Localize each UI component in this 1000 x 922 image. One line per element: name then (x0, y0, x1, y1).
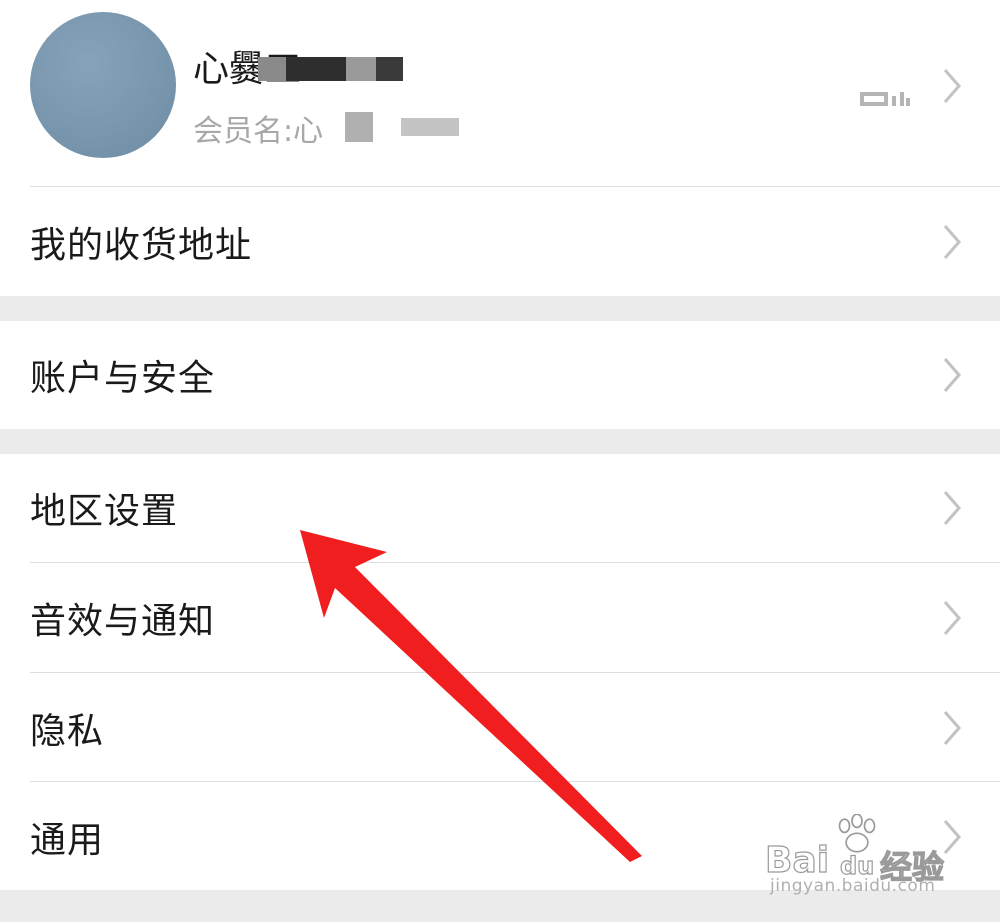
menu-item-region-settings[interactable]: 地区设置 (0, 454, 1000, 562)
menu-item-label: 地区设置 (30, 491, 179, 532)
menu-item-label: 隐私 (30, 711, 105, 752)
profile-row[interactable]: 心爨工 会员名:心 (0, 0, 1000, 186)
divider (30, 186, 1000, 187)
watermark-brand: Bai (764, 839, 830, 881)
chevron-right-icon (943, 225, 961, 259)
divider (30, 781, 1000, 782)
member-redaction (345, 112, 460, 142)
profile-card: 心爨工 会员名:心 我的收货地址 (0, 0, 1000, 296)
chevron-right-icon (943, 601, 961, 635)
qr-code-icon (860, 92, 910, 106)
member-name: 会员名:心 (193, 114, 324, 149)
menu-item-label: 音效与通知 (30, 601, 216, 642)
chevron-right-icon (943, 711, 961, 745)
menu-item-account-security[interactable]: 账户与安全 (0, 321, 1000, 429)
chevron-right-icon (943, 69, 961, 103)
paw-icon (838, 814, 876, 853)
divider (30, 562, 1000, 563)
avatar[interactable] (30, 12, 176, 158)
watermark-url: jingyan.baidu.com (770, 876, 936, 896)
menu-item-privacy[interactable]: 隐私 (0, 674, 1000, 782)
menu-item-sound-notifications[interactable]: 音效与通知 (0, 564, 1000, 672)
chevron-right-icon (943, 358, 961, 392)
menu-item-label: 账户与安全 (30, 358, 216, 399)
account-card: 账户与安全 (0, 321, 1000, 429)
menu-item-label: 通用 (30, 820, 105, 861)
divider (30, 672, 1000, 673)
chevron-right-icon (943, 491, 961, 525)
menu-item-shipping-address[interactable]: 我的收货地址 (0, 188, 1000, 296)
name-redaction (258, 57, 403, 81)
menu-item-label: 我的收货地址 (30, 225, 253, 266)
